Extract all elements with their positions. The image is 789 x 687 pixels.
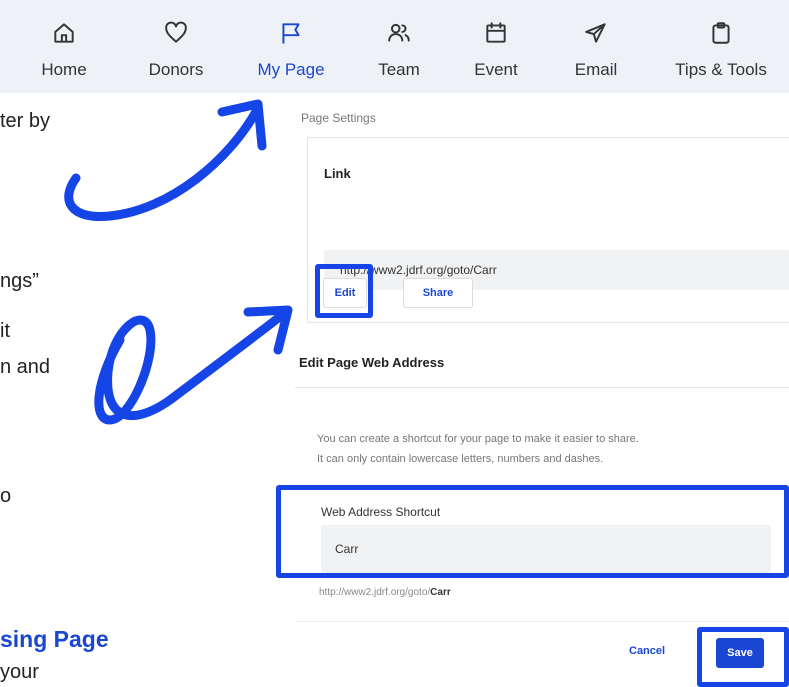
- help-line: It can only contain lowercase letters, n…: [317, 453, 604, 465]
- instruction-text-line: o: [0, 485, 12, 507]
- nav-item-email[interactable]: Email: [566, 0, 626, 93]
- share-button[interactable]: Share: [403, 278, 473, 308]
- home-icon: [51, 20, 77, 46]
- top-nav: Home Donors My Page Team Event Email Tip…: [0, 0, 789, 93]
- edit-button[interactable]: Edit: [323, 278, 367, 308]
- nav-label-team: Team: [378, 60, 420, 79]
- nav-label-my-page: My Page: [257, 60, 325, 79]
- url-text: http://www2.jdrf.org/goto/Carr: [340, 263, 497, 277]
- field-label: Web Address Shortcut: [321, 505, 441, 519]
- instruction-text-line: n and: [0, 356, 51, 378]
- arrow-head-icon: [243, 305, 293, 355]
- url-preview: http://www2.jdrf.org/goto/Carr: [319, 587, 451, 598]
- nav-label-home: Home: [41, 60, 87, 79]
- nav-item-team[interactable]: Team: [370, 0, 428, 93]
- instruction-text-line: ter by: [0, 110, 51, 132]
- url-display: http://www2.jdrf.org/goto/Carr: [324, 250, 789, 290]
- nav-label-event: Event: [474, 60, 518, 79]
- help-text: You can create a shortcut for your page …: [317, 429, 639, 469]
- instruction-text-line: it: [0, 320, 10, 342]
- heart-icon: [163, 20, 189, 46]
- nav-label-tips-tools: Tips & Tools: [675, 60, 767, 79]
- nav-item-donors[interactable]: Donors: [138, 0, 214, 93]
- help-line: You can create a shortcut for your page …: [317, 433, 639, 445]
- cancel-button[interactable]: Cancel: [629, 645, 665, 657]
- url-preview-shortcut: Carr: [430, 587, 451, 598]
- panel-title: Page Settings: [301, 111, 376, 125]
- nav-item-tips-tools[interactable]: Tips & Tools: [668, 0, 774, 93]
- instruction-heading: sing Page: [0, 626, 109, 652]
- link-card: Link http://www2.jdrf.org/goto/Carr: [307, 137, 789, 323]
- nav-label-email: Email: [574, 60, 618, 79]
- flag-icon: [278, 20, 304, 46]
- nav-label-donors: Donors: [148, 60, 204, 79]
- url-preview-prefix: http://www2.jdrf.org/goto/: [319, 587, 431, 598]
- send-icon: [583, 20, 609, 46]
- arrow-to-my-page-icon: [64, 103, 263, 221]
- arrow-head-icon: [217, 99, 267, 151]
- save-button[interactable]: Save: [716, 638, 764, 668]
- nav-item-event[interactable]: Event: [466, 0, 526, 93]
- divider: [295, 621, 789, 622]
- instruction-text-line: your: [0, 661, 39, 683]
- divider: [295, 387, 789, 388]
- calendar-icon: [483, 20, 509, 46]
- nav-item-home[interactable]: Home: [31, 0, 97, 93]
- field-value: Carr: [335, 542, 359, 556]
- link-label: Link: [324, 166, 351, 181]
- section-title: Edit Page Web Address: [299, 355, 445, 370]
- web-address-shortcut-input[interactable]: Carr: [321, 525, 771, 573]
- arrow-loop-to-edit-icon: [94, 307, 291, 425]
- instruction-text-line: ngs”: [0, 270, 39, 292]
- clipboard-icon: [708, 20, 734, 46]
- nav-item-my-page[interactable]: My Page: [250, 0, 332, 93]
- page-settings-panel: Page Settings Link http://www2.jdrf.org/…: [295, 93, 789, 687]
- people-icon: [386, 20, 412, 46]
